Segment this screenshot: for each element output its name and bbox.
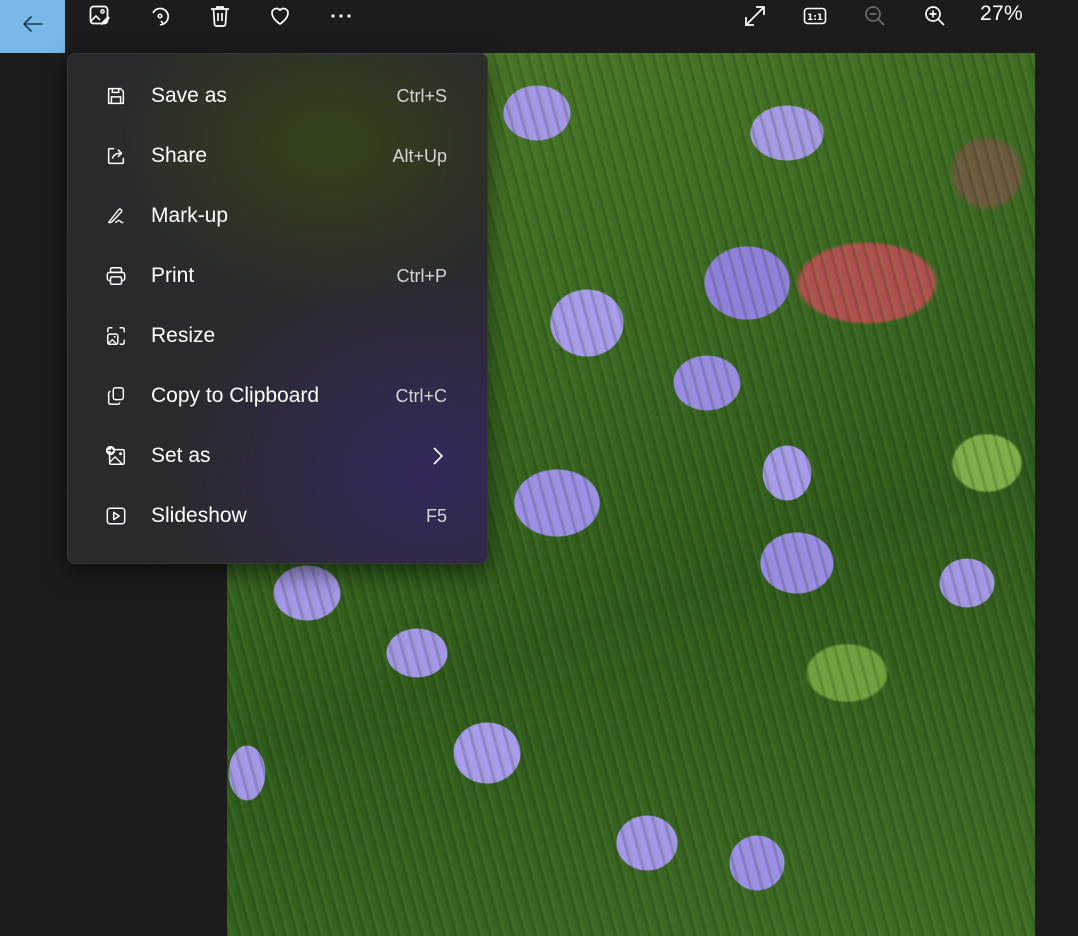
full-screen-button[interactable] [735, 0, 775, 36]
menu-item-copy-to-clipboard[interactable]: Copy to Clipboard Ctrl+C [68, 366, 487, 426]
more-options-menu: Save as Ctrl+S Share Alt+Up Mark-up Prin… [67, 53, 488, 564]
arrow-left-icon [22, 15, 44, 38]
resize-image-icon [104, 324, 128, 348]
more-horizontal-icon [329, 4, 353, 33]
rotate-button[interactable] [140, 0, 180, 36]
zoom-in-icon [923, 4, 947, 33]
menu-item-save-as[interactable]: Save as Ctrl+S [68, 66, 487, 126]
set-as-image-icon [104, 444, 128, 468]
menu-item-label: Copy to Clipboard [151, 384, 320, 407]
more-options-button[interactable] [321, 0, 361, 36]
toolbar: 1:1 27% [0, 0, 1078, 53]
save-icon [104, 84, 128, 108]
menu-item-slideshow[interactable]: Slideshow F5 [68, 486, 487, 546]
menu-item-label: Mark-up [151, 204, 229, 227]
zoom-out-icon [863, 4, 887, 33]
edit-image-button[interactable] [80, 0, 120, 36]
markup-pen-icon [104, 204, 128, 228]
menu-item-shortcut: Ctrl+C [395, 385, 447, 406]
zoom-in-button[interactable] [915, 0, 955, 36]
menu-item-share[interactable]: Share Alt+Up [68, 126, 487, 186]
zoom-out-button[interactable] [855, 0, 895, 36]
slideshow-icon [104, 504, 128, 528]
menu-item-label: Resize [151, 324, 216, 347]
menu-item-label: Print [151, 264, 195, 287]
one-to-one-icon: 1:1 [803, 4, 827, 33]
heart-icon [268, 4, 292, 33]
image-edit-icon [88, 4, 112, 33]
trash-icon [208, 4, 232, 33]
menu-item-resize[interactable]: Resize [68, 306, 487, 366]
share-icon [104, 144, 128, 168]
back-button[interactable] [0, 0, 65, 53]
menu-item-shortcut: F5 [425, 505, 447, 526]
copy-icon [104, 384, 128, 408]
menu-item-shortcut: Ctrl+S [396, 85, 447, 106]
favorite-button[interactable] [260, 0, 300, 36]
menu-item-shortcut: Ctrl+P [396, 265, 447, 286]
expand-icon [743, 4, 767, 33]
menu-item-mark-up[interactable]: Mark-up [68, 186, 487, 246]
printer-icon [104, 264, 128, 288]
chevron-right-icon [431, 446, 445, 466]
actual-size-button[interactable]: 1:1 [795, 0, 835, 36]
menu-item-set-as[interactable]: Set as [68, 426, 487, 486]
delete-button[interactable] [200, 0, 240, 36]
rotate-icon [148, 4, 172, 33]
menu-item-label: Share [151, 144, 208, 167]
menu-item-label: Save as [151, 84, 227, 107]
svg-text:1:1: 1:1 [807, 13, 823, 23]
menu-item-label: Slideshow [151, 504, 247, 527]
menu-item-label: Set as [151, 444, 211, 467]
menu-item-shortcut: Alt+Up [392, 145, 447, 166]
zoom-level[interactable]: 27% [980, 2, 1023, 26]
menu-item-print[interactable]: Print Ctrl+P [68, 246, 487, 306]
